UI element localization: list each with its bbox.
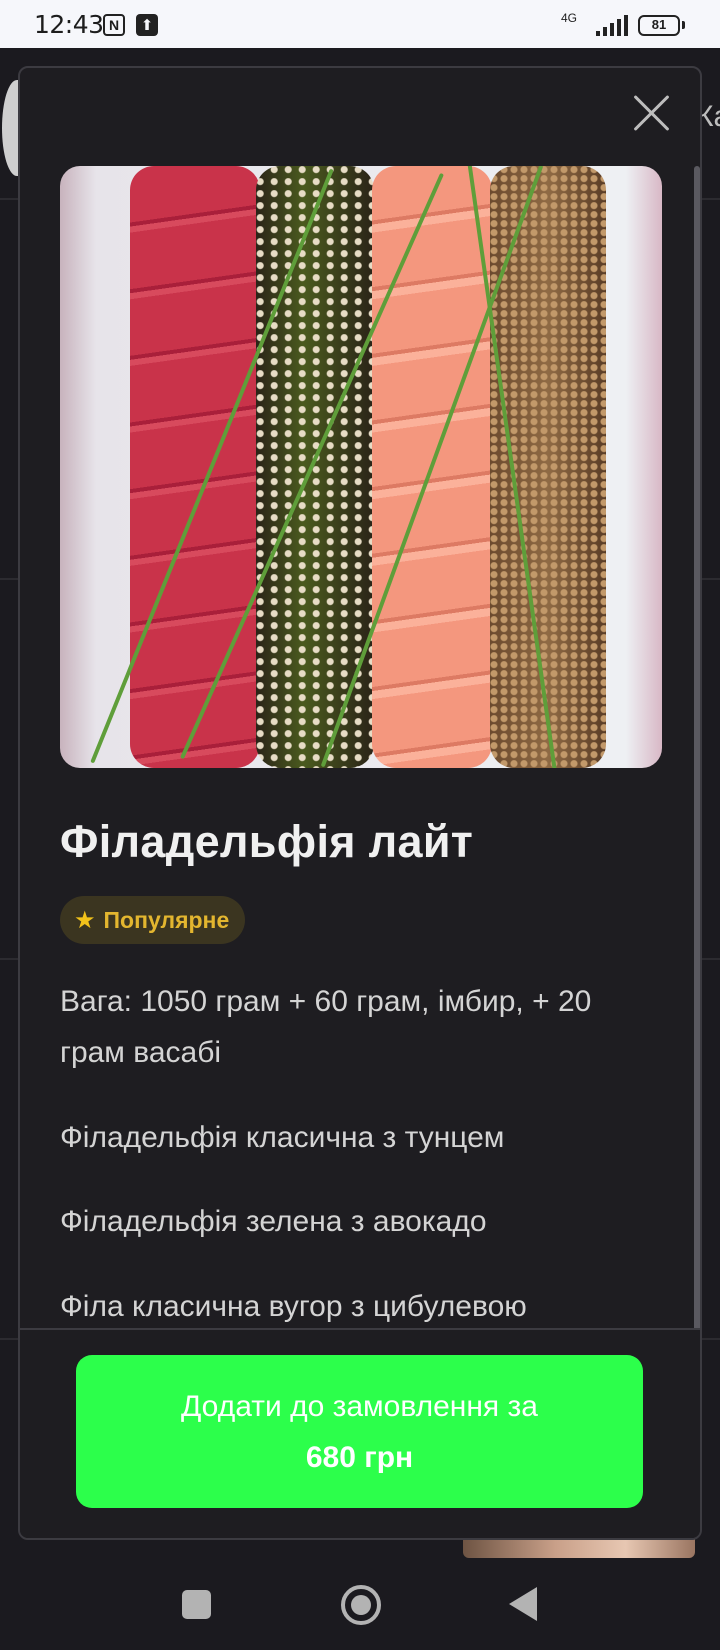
description-item: Філа класична вугор з цибулевою [60, 1290, 527, 1323]
back-icon[interactable] [509, 1587, 537, 1621]
close-icon[interactable] [631, 92, 673, 134]
status-time: 12:43 [34, 10, 104, 39]
nfc-icon: N [103, 14, 125, 36]
add-to-order-button[interactable]: Додати до замовлення за 680 грн [76, 1355, 643, 1508]
upload-icon: ⬆ [136, 14, 158, 36]
description-item: Філадельфія зелена з авокадо [60, 1205, 487, 1238]
network-type: 4G [560, 11, 577, 25]
star-icon: ★ [74, 906, 96, 934]
battery-icon: 81 [638, 15, 685, 36]
status-bar: 12:43 N ⬆ 4G 81 [0, 0, 720, 48]
order-button-label: Додати до замовлення за [181, 1389, 538, 1423]
recent-apps-icon[interactable] [182, 1590, 211, 1619]
order-price: 680 грн [305, 1440, 414, 1474]
scrollbar[interactable] [694, 166, 700, 1384]
product-title: Філадельфія лайт [60, 816, 474, 867]
product-image [60, 166, 662, 768]
description-weight: Вага: 1050 грам + 60 грам, імбир, + 20 г… [60, 985, 592, 1069]
signal-icon [596, 14, 628, 36]
badge-label: Популярне [103, 906, 230, 933]
tuna-roll [130, 166, 260, 768]
modal-footer: Додати до замовлення за 680 грн [20, 1328, 700, 1538]
popular-badge: ★ Популярне [60, 896, 246, 944]
home-icon[interactable] [341, 1585, 381, 1625]
description-item: Філадельфія класична з тунцем [60, 1121, 505, 1154]
product-modal: Філадельфія лайт ★ Популярне Вага: 1050 … [18, 66, 702, 1540]
